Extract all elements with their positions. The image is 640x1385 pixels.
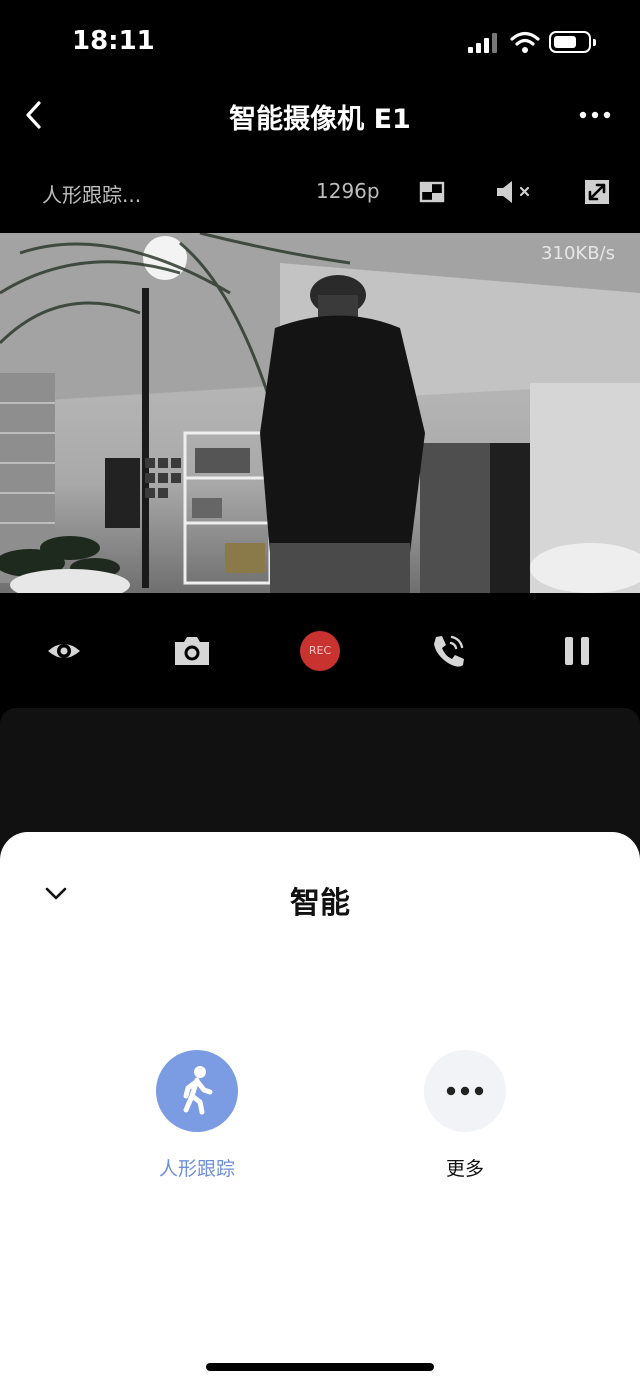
nav-bar: 智能摄像机 E1 [0, 85, 640, 145]
pause-icon[interactable] [555, 629, 599, 673]
live-video-feed[interactable]: 310KB/s [0, 233, 640, 593]
feature-more[interactable]: 更多 [385, 1050, 545, 1181]
smart-features-sheet: 智能 人形跟踪 更多 [0, 832, 640, 1385]
walking-person-icon [183, 1066, 213, 1115]
battery-icon [549, 31, 596, 53]
feature-human-tracking[interactable]: 人形跟踪 [117, 1050, 277, 1181]
stream-toolbar: 人形跟踪... 1296p [0, 165, 640, 217]
page-title: 智能摄像机 E1 [229, 104, 411, 135]
camera-scene-image [0, 233, 640, 593]
feature-label: 更多 [445, 1158, 484, 1180]
home-indicator [206, 1363, 434, 1371]
phone-call-icon[interactable] [426, 629, 470, 673]
cellular-signal-icon [468, 33, 500, 53]
record-button[interactable]: REC [300, 631, 340, 671]
status-bar: 18:11 [0, 0, 640, 85]
picture-in-picture-icon[interactable] [417, 177, 447, 207]
feature-label: 人形跟踪 [158, 1158, 235, 1180]
camera-icon[interactable] [170, 629, 214, 673]
speaker-muted-icon[interactable] [494, 177, 534, 207]
wifi-icon [510, 31, 540, 53]
resolution-selector[interactable]: 1296p [316, 179, 380, 203]
sheet-title: 智能 [290, 886, 350, 921]
ellipsis-icon[interactable] [575, 105, 615, 125]
playback-controls: REC [0, 615, 640, 690]
fullscreen-icon[interactable] [582, 177, 612, 207]
tracking-mode-label[interactable]: 人形跟踪... [42, 179, 141, 208]
ellipsis-icon [446, 1086, 484, 1096]
more-features-button[interactable] [424, 1050, 506, 1132]
status-time: 18:11 [72, 26, 155, 56]
human-tracking-button[interactable] [156, 1050, 238, 1132]
bitrate-readout: 310KB/s [541, 243, 615, 264]
eye-icon[interactable] [42, 629, 86, 673]
